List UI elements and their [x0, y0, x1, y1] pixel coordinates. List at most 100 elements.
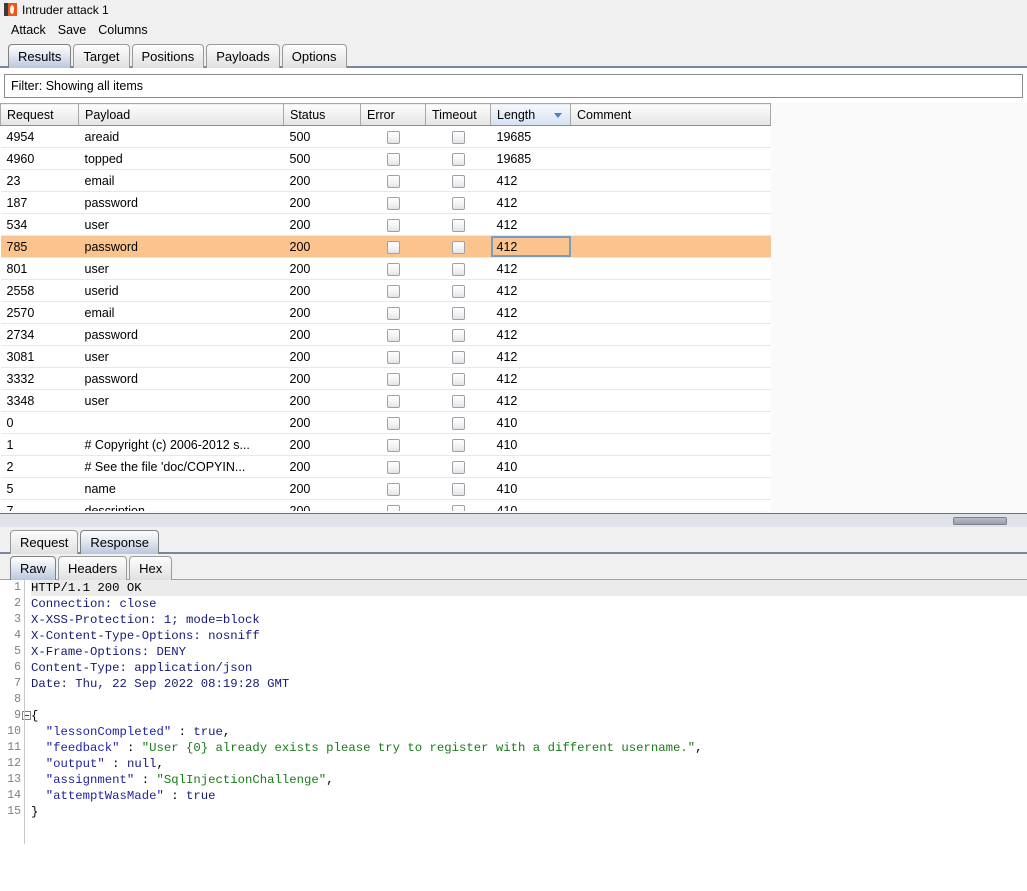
cell-timeout-checkbox[interactable] [425, 499, 491, 511]
checkbox-icon[interactable] [451, 460, 465, 474]
cell-payload[interactable]: password [78, 235, 284, 258]
cell-error-checkbox[interactable] [360, 213, 426, 236]
checkbox-icon[interactable] [451, 284, 465, 298]
checkbox-icon[interactable] [451, 504, 465, 511]
cell-comment[interactable] [570, 169, 771, 192]
cell-payload[interactable]: email [78, 301, 284, 324]
checkbox-icon[interactable] [451, 438, 465, 452]
checkbox-icon[interactable] [451, 240, 465, 254]
cell-timeout-checkbox[interactable] [425, 169, 491, 192]
cell-status[interactable]: 200 [283, 213, 361, 236]
checkbox-icon[interactable] [451, 372, 465, 386]
cell-payload[interactable]: password [78, 191, 284, 214]
response-code-area[interactable]: HTTP/1.1 200 OK Connection: close X-XSS-Pr… [24, 580, 1027, 844]
cell-request[interactable]: 23 [0, 169, 79, 192]
table-row[interactable]: 2570 email 200 412 [0, 301, 771, 324]
cell-comment[interactable] [570, 147, 771, 170]
cell-status[interactable]: 200 [283, 477, 361, 500]
cell-error-checkbox[interactable] [360, 389, 426, 412]
cell-payload[interactable]: password [78, 367, 284, 390]
cell-comment[interactable] [570, 433, 771, 456]
scrollbar-thumb[interactable] [953, 517, 1007, 525]
results-table-viewport[interactable]: Request Payload Status Error Timeout Len… [0, 103, 1027, 511]
cell-request[interactable]: 2734 [0, 323, 79, 346]
table-row[interactable]: 0 200 410 [0, 411, 771, 434]
cell-error-checkbox[interactable] [360, 323, 426, 346]
tab-request[interactable]: Request [10, 530, 79, 554]
cell-error-checkbox[interactable] [360, 169, 426, 192]
cell-request[interactable]: 534 [0, 213, 79, 236]
cell-length[interactable]: 412 [490, 279, 571, 302]
table-row[interactable]: 534 user 200 412 [0, 213, 771, 236]
cell-comment[interactable] [570, 477, 771, 500]
cell-length[interactable]: 412 [490, 367, 571, 390]
cell-comment[interactable] [570, 235, 771, 258]
cell-length[interactable]: 412 [490, 389, 571, 412]
cell-length[interactable]: 410 [490, 433, 571, 456]
cell-length[interactable]: 410 [490, 411, 571, 434]
checkbox-icon[interactable] [386, 438, 400, 452]
cell-error-checkbox[interactable] [360, 125, 426, 148]
checkbox-icon[interactable] [451, 152, 465, 166]
cell-status[interactable]: 200 [283, 323, 361, 346]
checkbox-icon[interactable] [386, 504, 400, 511]
cell-comment[interactable] [570, 279, 771, 302]
tab-raw[interactable]: Raw [10, 556, 57, 580]
menu-item-attack[interactable]: Attack [5, 21, 52, 39]
checkbox-icon[interactable] [386, 328, 400, 342]
checkbox-icon[interactable] [386, 482, 400, 496]
cell-payload[interactable]: user [78, 345, 284, 368]
table-row[interactable]: 2558 userid 200 412 [0, 279, 771, 302]
cell-error-checkbox[interactable] [360, 345, 426, 368]
checkbox-icon[interactable] [386, 262, 400, 276]
cell-error-checkbox[interactable] [360, 147, 426, 170]
cell-payload[interactable]: description [78, 499, 284, 511]
cell-payload[interactable]: user [78, 389, 284, 412]
cell-error-checkbox[interactable] [360, 455, 426, 478]
table-row[interactable]: 2 # See the file 'doc/COPYIN... 200 410 [0, 455, 771, 478]
tab-payloads[interactable]: Payloads [206, 44, 280, 68]
cell-length[interactable]: 19685 [490, 125, 571, 148]
cell-request[interactable]: 801 [0, 257, 79, 280]
cell-payload[interactable]: userid [78, 279, 284, 302]
cell-error-checkbox[interactable] [360, 257, 426, 280]
cell-length[interactable]: 412 [490, 257, 571, 280]
checkbox-icon[interactable] [451, 306, 465, 320]
cell-payload[interactable]: name [78, 477, 284, 500]
checkbox-icon[interactable] [451, 416, 465, 430]
cell-payload[interactable]: password [78, 323, 284, 346]
cell-comment[interactable] [570, 389, 771, 412]
cell-length[interactable]: 412 [490, 301, 571, 324]
column-header-payload[interactable]: Payload [78, 103, 284, 126]
cell-request[interactable]: 3081 [0, 345, 79, 368]
checkbox-icon[interactable] [386, 152, 400, 166]
checkbox-icon[interactable] [386, 306, 400, 320]
tab-response[interactable]: Response [80, 530, 159, 554]
cell-length[interactable]: 412 [490, 191, 571, 214]
checkbox-icon[interactable] [451, 328, 465, 342]
cell-error-checkbox[interactable] [360, 433, 426, 456]
cell-comment[interactable] [570, 345, 771, 368]
cell-status[interactable]: 200 [283, 191, 361, 214]
checkbox-icon[interactable] [386, 394, 400, 408]
cell-comment[interactable] [570, 257, 771, 280]
cell-comment[interactable] [570, 455, 771, 478]
column-header-timeout[interactable]: Timeout [425, 103, 491, 126]
cell-timeout-checkbox[interactable] [425, 235, 491, 258]
table-row[interactable]: 801 user 200 412 [0, 257, 771, 280]
tab-target[interactable]: Target [73, 44, 130, 68]
cell-status[interactable]: 200 [283, 455, 361, 478]
table-row[interactable]: 7 description 200 410 [0, 499, 771, 511]
cell-payload[interactable]: user [78, 213, 284, 236]
column-header-comment[interactable]: Comment [570, 103, 771, 126]
cell-status[interactable]: 500 [283, 125, 361, 148]
table-row[interactable]: 1 # Copyright (c) 2006-2012 s... 200 410 [0, 433, 771, 456]
checkbox-icon[interactable] [451, 174, 465, 188]
cell-length[interactable]: 19685 [490, 147, 571, 170]
cell-comment[interactable] [570, 411, 771, 434]
cell-request[interactable]: 3348 [0, 389, 79, 412]
cell-payload[interactable]: email [78, 169, 284, 192]
cell-payload[interactable] [78, 411, 284, 434]
cell-error-checkbox[interactable] [360, 477, 426, 500]
cell-payload[interactable]: topped [78, 147, 284, 170]
